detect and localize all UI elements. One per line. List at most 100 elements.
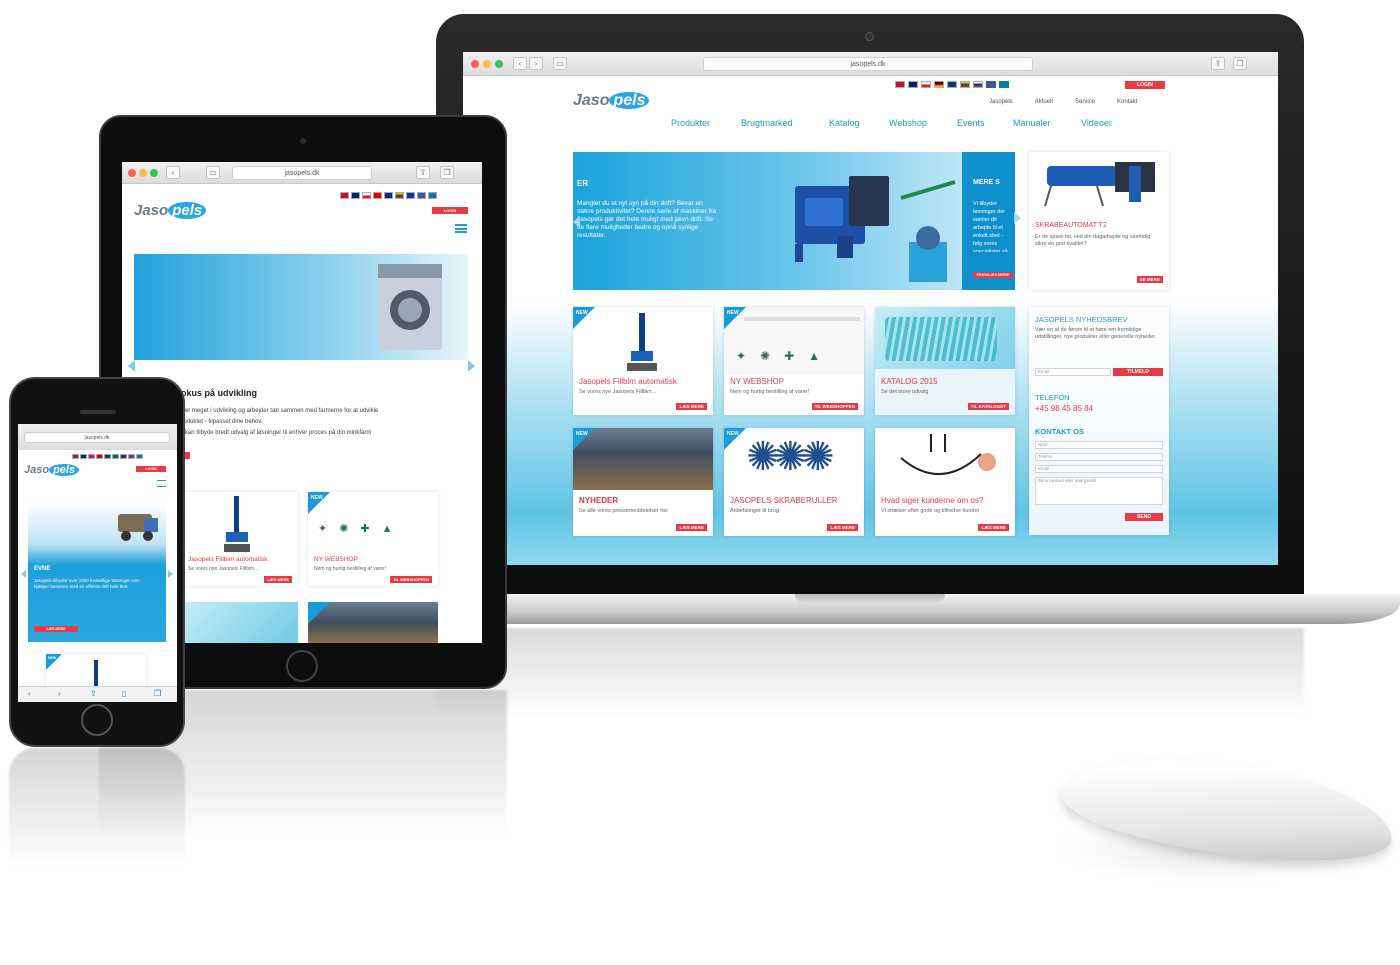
nav-webshop[interactable]: Webshop <box>889 118 957 128</box>
phone-prev-arrow-icon[interactable] <box>21 570 26 578</box>
facebook-icon[interactable] <box>128 454 135 459</box>
card-more-button[interactable]: LÆS MERE <box>676 524 707 531</box>
newsletter-signup-button[interactable]: TILMELD <box>1113 368 1163 376</box>
flag-icon[interactable] <box>96 454 103 459</box>
contact-name-input[interactable]: Navn <box>1035 441 1163 449</box>
card-more-button[interactable]: TIL WEBSHOPPEN <box>811 403 858 410</box>
card-more-button[interactable]: LÆS MERE <box>676 403 707 410</box>
tablet-next-arrow-icon[interactable] <box>468 360 475 372</box>
share-icon[interactable]: ⇪ <box>90 689 97 698</box>
login-button[interactable]: LOGIN <box>1125 81 1165 89</box>
contact-email-input[interactable]: Email <box>1035 465 1163 473</box>
flag-icon[interactable] <box>406 192 415 199</box>
card-more-button[interactable]: TIL WEBSHOPPEN <box>390 576 432 583</box>
facebook-icon[interactable] <box>986 81 996 88</box>
top-menu-service[interactable]: Service <box>1075 99 1095 105</box>
top-menu-jasopels[interactable]: Jasopels <box>989 99 1013 105</box>
bookmarks-icon[interactable]: ▯ <box>122 689 126 698</box>
flag-icon[interactable] <box>895 81 905 88</box>
flag-icon[interactable] <box>351 192 360 199</box>
contact-phone-input[interactable]: Telefon <box>1035 453 1163 461</box>
top-menu-aktuelt[interactable]: Aktuelt <box>1035 99 1053 105</box>
phone-home-button[interactable] <box>81 704 113 736</box>
card-more-button[interactable]: LÆS MERE <box>827 524 858 531</box>
share-icon[interactable]: ⇪ <box>1211 57 1225 70</box>
banner-prev-arrow-icon[interactable] <box>573 216 580 228</box>
hamburger-menu-icon[interactable] <box>157 480 166 487</box>
back-icon[interactable]: ‹ <box>513 57 527 70</box>
tablet-address-bar[interactable]: jasopels.dk <box>232 166 372 180</box>
nav-brugtmarked[interactable]: Brugtmarked <box>741 118 829 128</box>
nav-katalog[interactable]: Katalog <box>829 118 889 128</box>
banner-next-arrow-icon[interactable] <box>1014 212 1021 224</box>
sidebar-icon[interactable]: ▭ <box>206 166 220 179</box>
maximize-dot-icon[interactable] <box>495 60 503 68</box>
hamburger-menu-icon[interactable] <box>455 224 467 233</box>
flag-icon[interactable] <box>934 81 944 88</box>
tablet-home-button[interactable] <box>286 650 318 682</box>
linkedin-icon[interactable] <box>999 81 1009 88</box>
phone-read-more-button[interactable]: LÆS MERE <box>34 626 78 632</box>
card-more-button[interactable]: LÆS MERE <box>978 524 1009 531</box>
address-bar[interactable]: jasopels.dk <box>703 57 1033 71</box>
banner-side-button[interactable]: FREMLÆS MERE <box>973 272 1013 278</box>
back-icon[interactable]: ‹ <box>28 689 31 698</box>
tablet-prev-arrow-icon[interactable] <box>128 360 135 372</box>
contact-send-button[interactable]: SEND <box>1125 513 1163 521</box>
contact-message-input[interactable]: Skriv besked eller spørgsmål <box>1035 477 1163 505</box>
card-nyheder[interactable]: NEW NYHEDER Se alle vores pressemeddelel… <box>573 428 713 536</box>
flag-icon[interactable] <box>88 454 95 459</box>
phone-login-button[interactable]: LOGIN <box>136 466 166 472</box>
card-fillbim[interactable]: NEW Jasopels Fillbim automatisk Se vores… <box>573 307 713 415</box>
feature-card[interactable]: SKRABEAUTOMAT T2 Er de spare tid, ved di… <box>1029 152 1169 290</box>
tabs-icon[interactable]: ❐ <box>154 689 161 698</box>
tabs-icon[interactable]: ❐ <box>1233 57 1247 70</box>
back-icon[interactable]: ‹ <box>166 166 180 179</box>
sidebar-icon[interactable]: ▭ <box>553 57 567 70</box>
nav-events[interactable]: Events <box>957 118 1013 128</box>
card-kunder[interactable]: Hvad siger kunderne om os? Vi stræber ef… <box>875 428 1015 536</box>
flag-icon[interactable] <box>362 192 371 199</box>
flag-icon[interactable] <box>947 81 957 88</box>
linkedin-icon[interactable] <box>136 454 143 459</box>
tablet-card-fillbim[interactable]: Jasopels Fillbim automatisk Se vores nye… <box>182 492 298 586</box>
flag-icon[interactable] <box>104 454 111 459</box>
card-skraberuller[interactable]: ✺✺✺ NEW JASOPELS SKRABERULLER Anbefaling… <box>724 428 864 536</box>
tabs-icon[interactable]: ❐ <box>440 166 454 179</box>
tablet-card-webshop[interactable]: ✦✺✚▲ NEW NY WEBSHOP Nem og hurtig bestil… <box>308 492 438 586</box>
phone-next-arrow-icon[interactable] <box>168 570 173 578</box>
phone-logo[interactable]: Jaso pels <box>24 464 80 476</box>
nav-manualer[interactable]: Manualer <box>1013 118 1081 128</box>
tablet-nyheder-card[interactable] <box>308 602 438 643</box>
card-more-button[interactable]: TIL KATALOGET <box>967 403 1009 410</box>
nav-videoer[interactable]: Videoer <box>1081 118 1141 128</box>
flag-icon[interactable] <box>384 192 393 199</box>
flag-icon[interactable] <box>960 81 970 88</box>
card-webshop[interactable]: ✦✺✚▲ NEW NY WEBSHOP Nem og hurtig bestil… <box>724 307 864 415</box>
tablet-katalog-card[interactable] <box>182 602 298 643</box>
linkedin-icon[interactable] <box>428 192 437 199</box>
flag-icon[interactable] <box>921 81 931 88</box>
card-katalog[interactable]: KATALOG 2015 Se det store udvalg TIL KAT… <box>875 307 1015 415</box>
flag-icon[interactable] <box>973 81 983 88</box>
minimize-dot-icon[interactable] <box>483 60 491 68</box>
newsletter-email-input[interactable]: Email <box>1035 368 1111 376</box>
close-dot-icon[interactable] <box>471 60 479 68</box>
facebook-icon[interactable] <box>417 192 426 199</box>
card-more-button[interactable]: LÆS MERE <box>264 576 292 583</box>
tablet-logo[interactable]: Jaso pels <box>134 202 207 219</box>
minimize-dot-icon[interactable] <box>139 169 147 177</box>
flag-icon[interactable] <box>112 454 119 459</box>
feature-more-button[interactable]: SE MERE <box>1136 276 1163 283</box>
site-logo[interactable]: Jaso pels <box>573 92 650 110</box>
flag-icon[interactable] <box>373 192 382 199</box>
maximize-dot-icon[interactable] <box>150 169 158 177</box>
forward-icon[interactable]: › <box>58 689 61 698</box>
forward-icon[interactable]: › <box>529 57 543 70</box>
close-dot-icon[interactable] <box>128 169 136 177</box>
flag-icon[interactable] <box>120 454 127 459</box>
flag-icon[interactable] <box>340 192 349 199</box>
nav-produkter[interactable]: Produkter <box>671 118 741 128</box>
flag-icon[interactable] <box>72 454 79 459</box>
phone-address-bar[interactable]: jasopels.dk <box>24 432 170 443</box>
